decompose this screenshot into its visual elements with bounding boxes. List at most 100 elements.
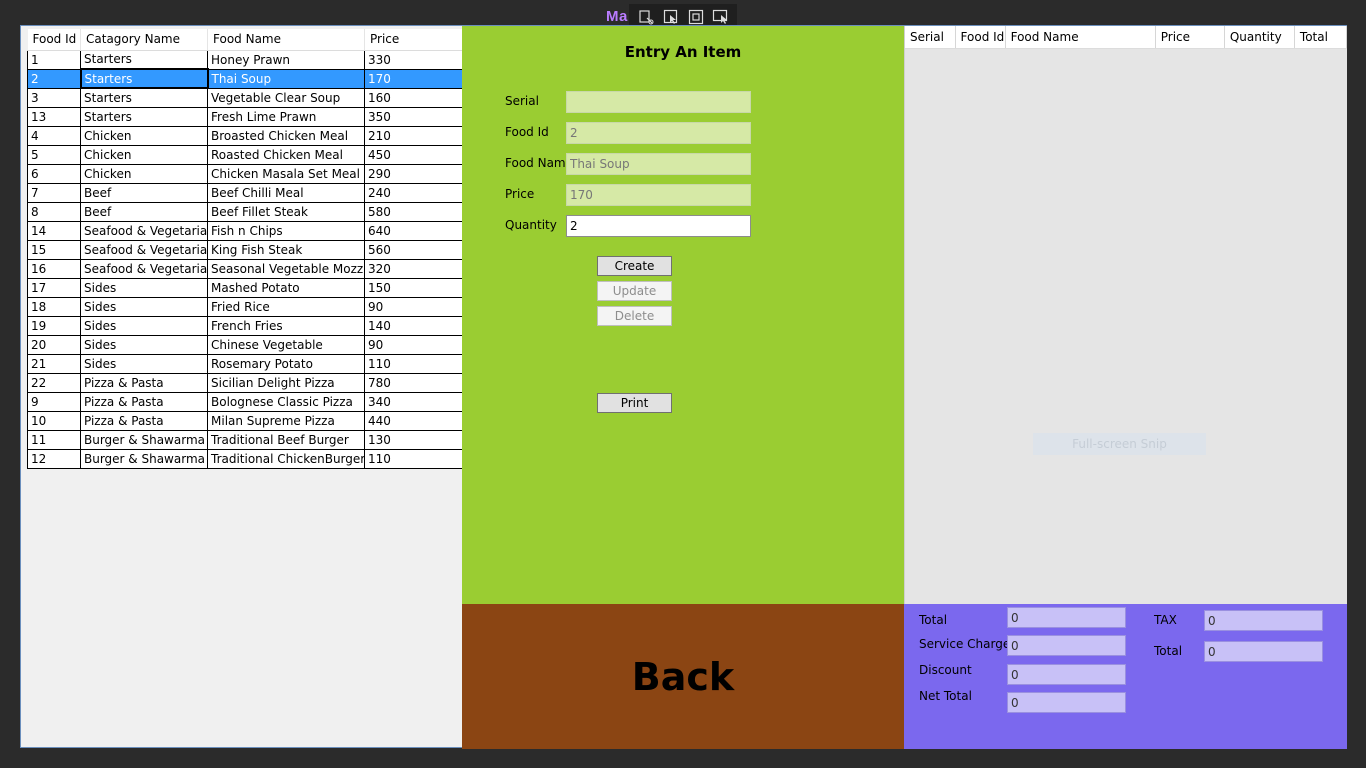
table-cell[interactable]: Burger & Shawarma xyxy=(80,448,208,469)
table-row[interactable]: 3 Starters Vegetable Clear Soup 160 xyxy=(27,87,463,108)
table-cell[interactable]: 130 xyxy=(364,429,463,450)
table-cell[interactable]: Thai Soup xyxy=(207,68,365,89)
column-header[interactable]: Price xyxy=(1155,26,1225,49)
price-field[interactable] xyxy=(566,184,751,206)
table-cell[interactable]: 160 xyxy=(364,87,463,108)
table-cell[interactable]: 17 xyxy=(27,277,81,298)
table-cell[interactable]: 22 xyxy=(27,372,81,393)
discount-field[interactable] xyxy=(1007,664,1126,685)
table-cell[interactable]: 440 xyxy=(364,410,463,431)
table-cell[interactable]: Beef Chilli Meal xyxy=(207,182,365,203)
quantity-field[interactable] xyxy=(566,215,751,237)
table-row[interactable]: 12 Burger & Shawarma Traditional ChickenBu… xyxy=(27,448,463,469)
table-cell[interactable]: Chinese Vegetable xyxy=(207,334,365,355)
table-cell[interactable]: Seafood & Vegetarian xyxy=(80,220,208,241)
table-cell[interactable]: French Fries xyxy=(207,315,365,336)
table-cell[interactable]: Starters xyxy=(80,106,208,127)
service-charge-field[interactable] xyxy=(1007,635,1126,656)
table-cell[interactable]: 2 xyxy=(27,68,81,89)
table-cell[interactable]: 320 xyxy=(364,258,463,279)
table-cell[interactable]: Sides xyxy=(80,353,208,374)
table-cell[interactable]: Sicilian Delight Pizza xyxy=(207,372,365,393)
delete-button[interactable]: Delete xyxy=(597,306,672,326)
table-cell[interactable]: Mashed Potato xyxy=(207,277,365,298)
net-total-field[interactable] xyxy=(1007,692,1126,713)
rectangular-snip-icon[interactable] xyxy=(687,8,705,26)
table-cell[interactable]: Seasonal Vegetable Mozzare xyxy=(207,258,365,279)
table-cell[interactable]: Starters xyxy=(80,49,208,70)
table-cell[interactable]: 18 xyxy=(27,296,81,317)
table-cell[interactable]: Beef xyxy=(80,182,208,203)
table-cell[interactable]: 1 xyxy=(27,49,81,70)
table-cell[interactable]: 11 xyxy=(27,429,81,450)
table-cell[interactable]: 16 xyxy=(27,258,81,279)
table-cell[interactable]: 110 xyxy=(364,448,463,469)
table-cell[interactable]: 7 xyxy=(27,182,81,203)
table-cell[interactable]: Chicken xyxy=(80,144,208,165)
table-cell[interactable]: 170 xyxy=(364,68,463,89)
table-row[interactable]: 6 Chicken Chicken Masala Set Meal 290 xyxy=(27,163,463,184)
table-cell[interactable]: Sides xyxy=(80,277,208,298)
table-cell[interactable]: 90 xyxy=(364,334,463,355)
table-cell[interactable]: Burger & Shawarma xyxy=(80,429,208,450)
table-cell[interactable]: Seafood & Vegetarian xyxy=(80,258,208,279)
print-button[interactable]: Print xyxy=(597,393,672,413)
table-cell[interactable]: 19 xyxy=(27,315,81,336)
table-cell[interactable]: Fish n Chips xyxy=(207,220,365,241)
table-cell[interactable]: Vegetable Clear Soup xyxy=(207,87,365,108)
table-cell[interactable]: 5 xyxy=(27,144,81,165)
total-field[interactable] xyxy=(1007,607,1126,628)
window-snip-icon[interactable] xyxy=(662,8,680,26)
fullscreen-snip-icon[interactable] xyxy=(712,8,730,26)
table-cell[interactable]: 3 xyxy=(27,87,81,108)
table-cell[interactable]: Sides xyxy=(80,315,208,336)
table-cell[interactable]: Traditional Beef Burger xyxy=(207,429,365,450)
table-row[interactable]: 4 Chicken Broasted Chicken Meal 210 xyxy=(27,125,463,146)
table-row[interactable]: 21 Sides Rosemary Potato 110 xyxy=(27,353,463,374)
free-form-snip-icon[interactable] xyxy=(637,8,655,26)
table-cell[interactable]: Chicken Masala Set Meal xyxy=(207,163,365,184)
table-cell[interactable]: Chicken xyxy=(80,163,208,184)
menu-grid[interactable]: Food Id Catagory Name Food Name Price 1S… xyxy=(27,29,463,469)
table-cell[interactable]: 9 xyxy=(27,391,81,412)
table-cell[interactable]: Honey Prawn xyxy=(207,49,365,70)
column-header[interactable]: Food Name xyxy=(207,29,365,51)
table-cell[interactable]: 210 xyxy=(364,125,463,146)
table-row[interactable]: 18 Sides Fried Rice 90 xyxy=(27,296,463,317)
table-cell[interactable]: 330 xyxy=(364,49,463,70)
table-cell[interactable]: Sides xyxy=(80,296,208,317)
create-button[interactable]: Create xyxy=(597,256,672,276)
table-row[interactable]: 7 Beef Beef Chilli Meal 240 xyxy=(27,182,463,203)
column-header[interactable]: Catagory Name xyxy=(80,29,208,51)
table-cell[interactable]: 12 xyxy=(27,448,81,469)
update-button[interactable]: Update xyxy=(597,281,672,301)
table-cell[interactable]: 14 xyxy=(27,220,81,241)
table-cell[interactable]: Traditional ChickenBurger xyxy=(207,448,365,469)
table-cell[interactable]: Fresh Lime Prawn xyxy=(207,106,365,127)
table-cell[interactable]: Broasted Chicken Meal xyxy=(207,125,365,146)
table-row[interactable]: 20 Sides Chinese Vegetable 90 xyxy=(27,334,463,355)
table-row[interactable]: 15 Seafood & Vegetarian King Fish Steak 560 xyxy=(27,239,463,260)
table-row[interactable]: 1 Starters Honey Prawn 330 xyxy=(27,49,463,70)
order-grid[interactable]: Serial Food Id Food Name Price Quantity … xyxy=(904,26,1348,604)
table-row[interactable]: 2 Starters Thai Soup 170 xyxy=(27,68,463,89)
table-cell[interactable]: 350 xyxy=(364,106,463,127)
table-cell[interactable]: 580 xyxy=(364,201,463,222)
table-cell[interactable]: 8 xyxy=(27,201,81,222)
table-cell[interactable]: 340 xyxy=(364,391,463,412)
table-row[interactable]: 14 Seafood & Vegetarian Fish n Chips 640 xyxy=(27,220,463,241)
table-row[interactable]: 9 Pizza & Pasta Bolognese Classic Pizza 340 xyxy=(27,391,463,412)
food-name-field[interactable] xyxy=(566,153,751,175)
table-cell[interactable]: Sides xyxy=(80,334,208,355)
table-cell[interactable]: 150 xyxy=(364,277,463,298)
table-row[interactable]: 19 Sides French Fries 140 xyxy=(27,315,463,336)
table-cell[interactable]: Starters xyxy=(79,68,209,89)
serial-field[interactable] xyxy=(566,91,751,113)
table-cell[interactable]: 450 xyxy=(364,144,463,165)
column-header[interactable]: Food Name xyxy=(1005,26,1156,49)
grand-total-field[interactable] xyxy=(1204,641,1323,662)
table-row[interactable]: 13 Starters Fresh Lime Prawn 350 xyxy=(27,106,463,127)
table-cell[interactable]: 90 xyxy=(364,296,463,317)
table-cell[interactable]: Seafood & Vegetarian xyxy=(80,239,208,260)
table-cell[interactable]: 10 xyxy=(27,410,81,431)
